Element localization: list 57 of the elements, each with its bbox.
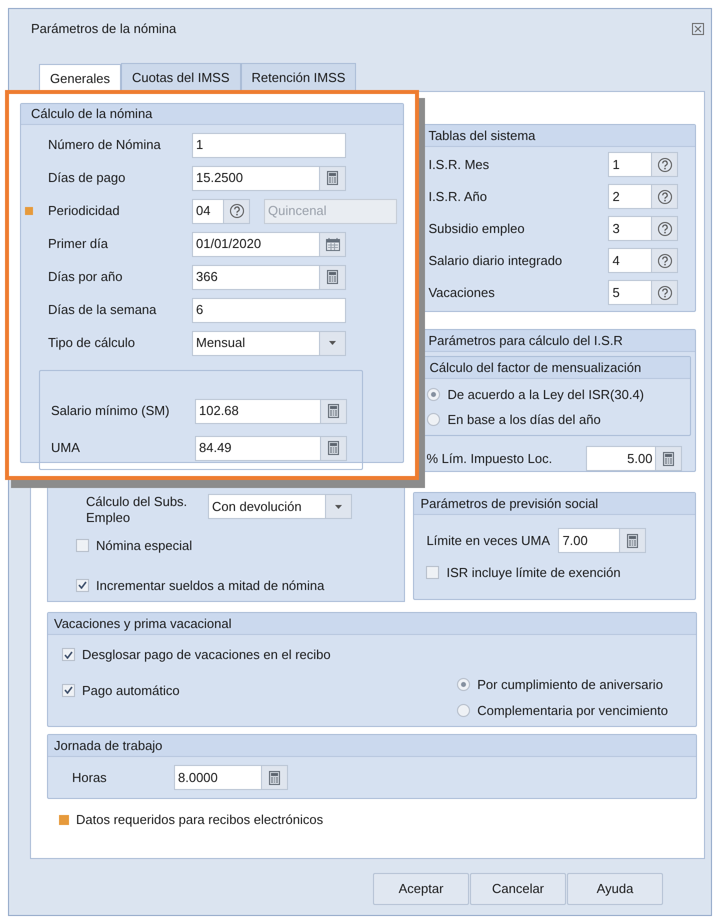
group-title: Tablas del sistema [428, 126, 536, 145]
check-icon [78, 581, 87, 590]
tab[interactable]: Cuotas del IMSS [120, 63, 241, 91]
radio-button[interactable] [457, 704, 470, 717]
tab[interactable]: Retención IMSS [240, 63, 356, 91]
close-button[interactable] [691, 22, 705, 36]
check-icon [64, 650, 73, 659]
field-label: Vacaciones [428, 284, 496, 302]
tab[interactable]: Generales [39, 64, 121, 92]
field-label: UMA [51, 439, 81, 458]
checkbox-label[interactable]: Nómina especial [96, 536, 192, 556]
radio-button[interactable] [457, 678, 470, 692]
checkbox[interactable] [62, 684, 75, 697]
field-label: Días de la semana [48, 301, 158, 320]
dialog-button[interactable]: Ayuda [567, 873, 663, 905]
field-label: Cálculo del Subs. Empleo [85, 494, 188, 526]
field-label: Periodicidad [48, 202, 121, 220]
group-title: Jornada de trabajo [54, 736, 162, 755]
required-marker [59, 814, 69, 825]
dialog-button[interactable]: Aceptar [373, 873, 469, 905]
radio-label[interactable]: Complementaria por vencimiento [477, 700, 668, 720]
group-title: Cálculo del factor de mensualización [429, 358, 642, 377]
group-title: Vacaciones y prima vacacional [54, 614, 232, 633]
field-label: I.S.R. Año [428, 188, 488, 206]
close-icon [692, 23, 704, 35]
field-label: Salario mínimo (SM) [51, 402, 170, 420]
legend-text: Datos requeridos para recibos electrónicos [76, 811, 324, 829]
field-label: Primer día [48, 235, 109, 254]
checkbox-label[interactable]: Desglosar pago de vacaciones en el recibo [82, 645, 331, 664]
field-label: Horas [72, 768, 108, 787]
checkbox[interactable] [76, 539, 89, 552]
field-label: Tipo de cálculo [48, 334, 136, 352]
field-label: % Lím. Impuesto Loc. [426, 450, 554, 468]
checkbox[interactable] [62, 648, 75, 662]
checkbox-label[interactable]: ISR incluye límite de exención [446, 563, 621, 582]
field-label: Número de Nómina [48, 136, 162, 154]
field-label: Subsidio empleo [428, 220, 526, 238]
dialog-button[interactable]: Cancelar [470, 873, 566, 905]
group-title: Parámetros para cálculo del I.S.R [428, 332, 623, 350]
radio-label[interactable]: Por cumplimiento de aniversario [477, 675, 663, 694]
radio-label[interactable]: En base a los días del año [447, 410, 601, 429]
field-label: Días de pago [48, 169, 126, 188]
radio-button[interactable] [427, 388, 440, 402]
radio-label[interactable]: De acuerdo a la Ley del ISR(30.4) [447, 385, 644, 404]
field-label: Días por año [48, 268, 124, 286]
checkbox-label[interactable]: Incrementar sueldos a mitad de nómina [96, 576, 324, 595]
field-label: Salario diario integrado [428, 252, 564, 270]
checkbox[interactable] [426, 566, 440, 580]
check-icon [64, 686, 73, 694]
field-label: I.S.R. Mes [428, 156, 490, 174]
checkbox[interactable] [76, 578, 89, 592]
field-label: Límite en veces UMA [426, 532, 551, 550]
checkbox-label[interactable]: Pago automático [82, 680, 180, 700]
radio-button[interactable] [427, 412, 440, 426]
group-title: Cálculo de la nómina [31, 105, 152, 123]
group-title: Parámetros de previsión social [420, 494, 598, 513]
window-title: Parámetros de la nómina [31, 20, 176, 38]
